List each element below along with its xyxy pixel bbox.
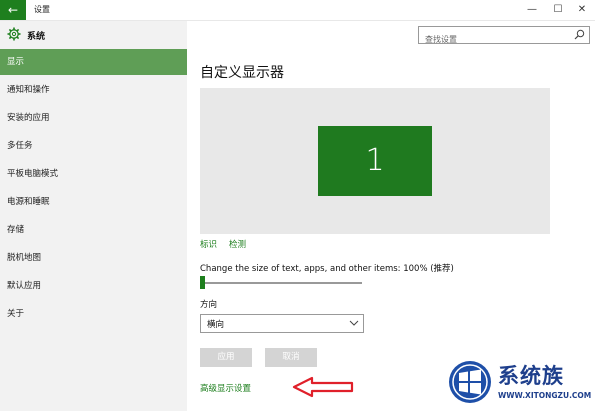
search-input[interactable] bbox=[419, 31, 570, 47]
watermark-url: WWW.XITONGZU.COM bbox=[498, 391, 592, 400]
detect-link[interactable]: 检测 bbox=[229, 238, 246, 250]
minimize-button[interactable]: — bbox=[520, 0, 544, 20]
sidebar-item-label: 通知和操作 bbox=[7, 85, 50, 95]
monitor-tile[interactable]: 1 bbox=[318, 126, 432, 196]
identify-link[interactable]: 标识 bbox=[200, 238, 217, 250]
sidebar-item-label: 安装的应用 bbox=[7, 113, 50, 123]
search-box[interactable] bbox=[418, 26, 590, 47]
sidebar-item-label: 关于 bbox=[7, 309, 25, 319]
sidebar-item-tablet-mode[interactable]: 平板电脑模式 bbox=[0, 161, 187, 187]
cancel-button[interactable]: 取消 bbox=[265, 348, 317, 367]
orientation-dropdown[interactable]: 横向 bbox=[200, 314, 364, 333]
advanced-display-settings-link[interactable]: 高级显示设置 bbox=[200, 382, 251, 394]
sidebar-item-label: 多任务 bbox=[7, 141, 33, 151]
apply-button[interactable]: 应用 bbox=[200, 348, 252, 367]
watermark-brand: 系统族 bbox=[498, 364, 564, 388]
sidebar-item-label: 默认应用 bbox=[7, 281, 42, 291]
sidebar-item-notifications[interactable]: 通知和操作 bbox=[0, 77, 187, 103]
title-bar bbox=[0, 0, 595, 21]
scale-slider-thumb[interactable] bbox=[200, 276, 205, 289]
sidebar-item-display[interactable]: 显示 bbox=[0, 49, 187, 75]
search-icon[interactable] bbox=[574, 29, 585, 40]
sidebar-item-label: 平板电脑模式 bbox=[7, 169, 59, 179]
sidebar-item-default-apps[interactable]: 默认应用 bbox=[0, 273, 187, 299]
chevron-down-icon bbox=[349, 320, 359, 326]
back-button[interactable]: ← bbox=[0, 0, 26, 20]
page-title: 自定义显示器 bbox=[200, 65, 284, 81]
sidebar-item-label: 显示 bbox=[7, 57, 25, 67]
sidebar-item-label: 存储 bbox=[7, 225, 25, 235]
sidebar-header: 系统 bbox=[27, 32, 46, 42]
sidebar-item-about[interactable]: 关于 bbox=[0, 301, 187, 327]
close-button[interactable]: ✕ bbox=[570, 0, 594, 20]
sidebar-item-storage[interactable]: 存储 bbox=[0, 217, 187, 243]
watermark-logo-icon bbox=[449, 361, 491, 403]
gear-icon bbox=[7, 27, 21, 41]
sidebar-item-power-sleep[interactable]: 电源和睡眠 bbox=[0, 189, 187, 215]
sidebar-item-label: 脱机地图 bbox=[7, 253, 42, 263]
scale-slider[interactable] bbox=[200, 282, 362, 284]
annotation-arrow-icon bbox=[292, 376, 354, 398]
orientation-label: 方向 bbox=[200, 300, 218, 310]
sidebar-item-multitasking[interactable]: 多任务 bbox=[0, 133, 187, 159]
orientation-value: 横向 bbox=[207, 320, 225, 330]
sidebar-item-apps[interactable]: 安装的应用 bbox=[0, 105, 187, 131]
scale-label: Change the size of text, apps, and other… bbox=[200, 264, 454, 274]
sidebar: 显示 通知和操作 安装的应用 多任务 平板电脑模式 电源和睡眠 存储 脱机地图 … bbox=[0, 21, 187, 411]
sidebar-item-offline-maps[interactable]: 脱机地图 bbox=[0, 245, 187, 271]
window-title: 设置 bbox=[34, 5, 50, 14]
maximize-button[interactable]: ☐ bbox=[546, 0, 570, 20]
sidebar-item-label: 电源和睡眠 bbox=[7, 197, 50, 207]
